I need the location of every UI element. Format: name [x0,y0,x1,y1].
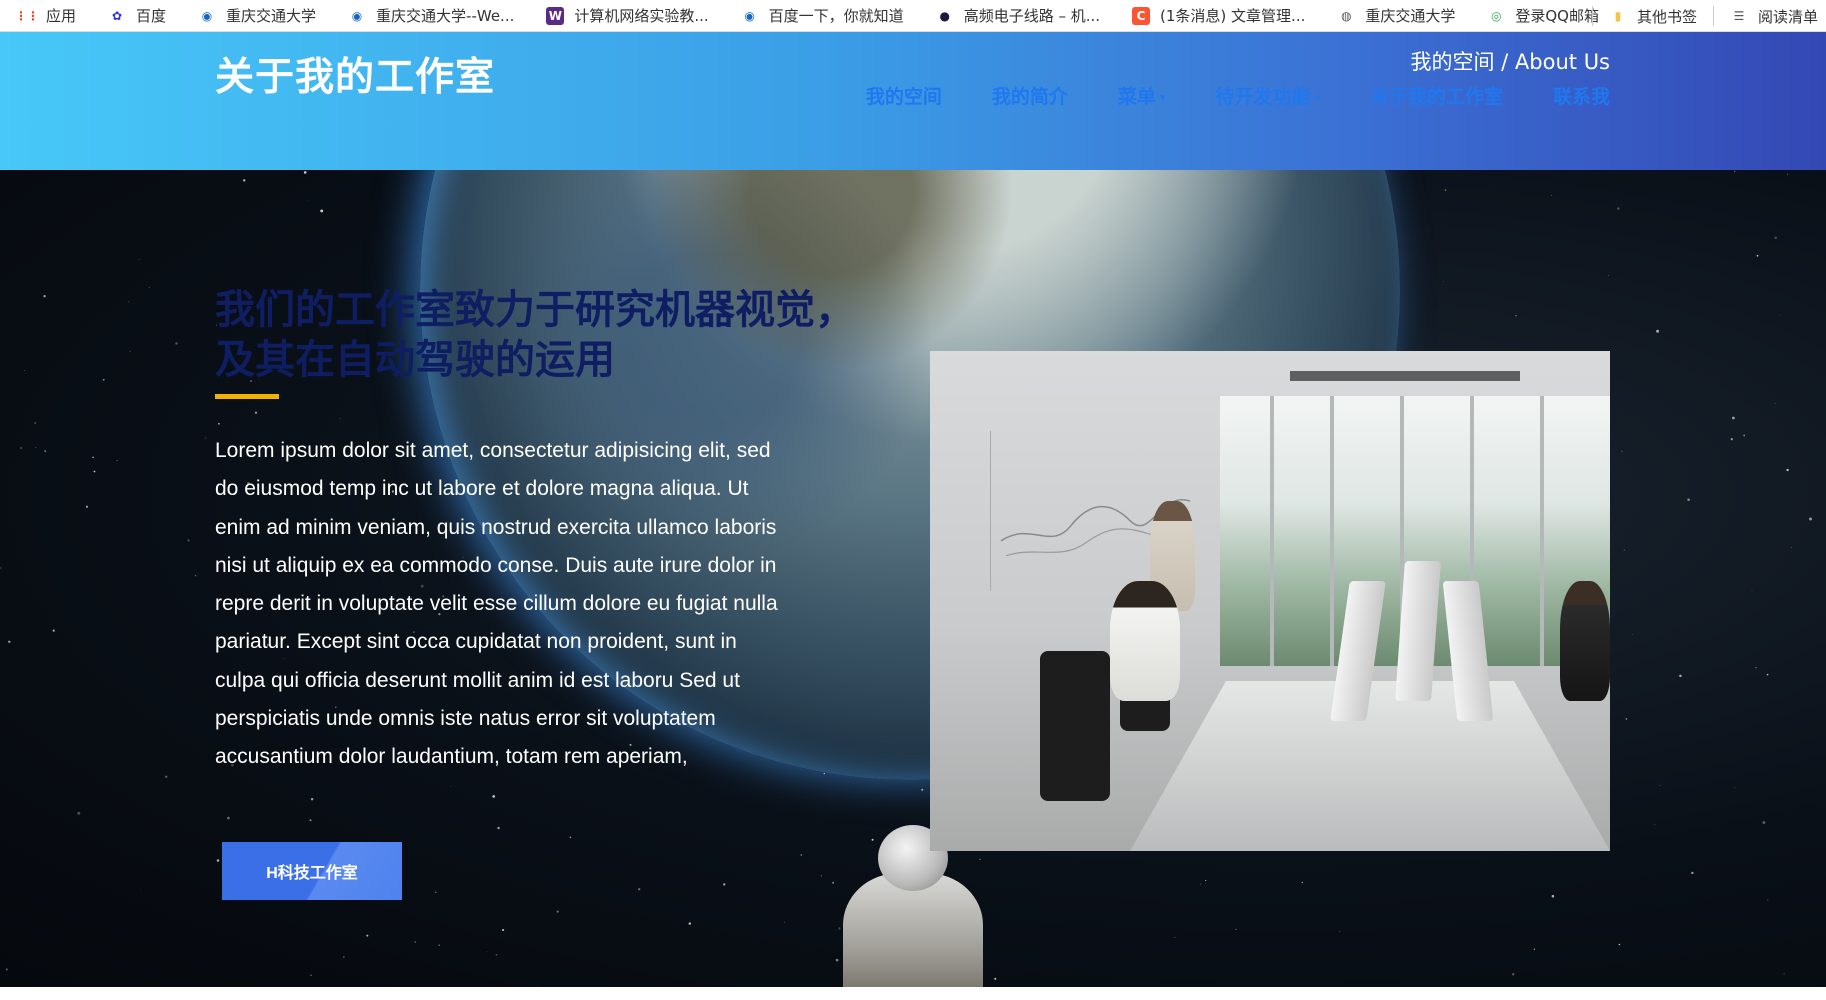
university-globe-icon: ◉ [351,8,363,23]
chevron-down-icon: ▾ [1159,91,1166,104]
bookmark-item[interactable]: ✿ 百度 [90,0,180,31]
bookmark-item[interactable]: ▮ 其他书签 [1601,0,1705,31]
university-globe-icon: ◉ [744,8,755,23]
nav-item-label: 我的空间 [865,86,942,108]
nav-item-label: 我的简介 [991,86,1068,108]
bookmark-item[interactable]: C (1条消息) 文章管理... [1114,0,1319,31]
bookmark-label: (1条消息) 文章管理... [1160,7,1306,25]
nav-item[interactable]: 菜单 ▾ [1118,82,1166,109]
bookmark-item[interactable]: ⋮⋮ 应用 [0,0,90,31]
nav-item[interactable]: 我的简介 [992,82,1068,109]
breadcrumb: 我的空间 / About Us [1410,50,1611,74]
bookmark-label: 重庆交通大学--We... [376,7,515,25]
bookmark-separator [1712,6,1714,26]
nav-item-label: 菜单 [1117,86,1156,108]
nav-item[interactable]: 我的空间 [866,82,942,109]
bookmark-label: 其他书签 [1636,7,1697,26]
bookmark-label: 重庆交通大学 [226,7,317,25]
bookmark-label: 高频电子线路 – 机... [963,7,1101,25]
bookmark-item[interactable]: ◍ 重庆交通大学 [1319,0,1469,31]
baidu-paw-icon: ✿ [111,8,123,23]
reading-list-icon: ☰ [1733,9,1745,23]
bookmark-label: 阅读清单 [1757,7,1818,26]
hero-section: 我们的工作室致力于研究机器视觉，及其在自动驾驶的运用 Lorem ipsum d… [0,170,1826,987]
csdn-c-icon: C [1132,6,1151,25]
bookmark-label: 应用 [46,7,77,25]
chevron-down-icon: ▾ [1314,91,1320,104]
nav-item[interactable]: 联系我 [1553,82,1610,109]
office-photo [930,351,1610,851]
bookmark-label: 重庆交通大学 [1365,7,1456,25]
globe-icon: ◍ [1341,8,1352,23]
folder-icon: ▮ [1614,9,1622,23]
nav-item[interactable]: 关于我的工作室 [1370,82,1503,109]
dark-circle-icon: ● [939,8,950,23]
bookmark-label: 百度一下，你就知道 [768,7,904,25]
bookmark-item[interactable]: ◉ 重庆交通大学 [180,0,330,31]
w-logo-icon: W [546,6,565,25]
site-title: 关于我的工作室 [215,55,496,100]
bookmark-item[interactable]: W 计算机网络实验教... [528,0,722,31]
nav-item-label: 关于我的工作室 [1369,86,1503,108]
bookmark-item[interactable]: ◉ 重庆交通大学--We... [330,0,528,31]
site-header: 关于我的工作室 我的空间 / About Us 我的空间 我的简介 菜单 ▾ 待开发功能… [0,32,1826,170]
nav-item-label: 待开发功能 [1215,86,1311,108]
university-globe-icon: ◉ [201,8,213,23]
headline-accent-bar [215,394,279,399]
bookmarks-right: ▮ 其他书签 ☰ 阅读清单 [1584,0,1826,31]
nav-item[interactable]: 待开发功能 ▾ [1215,82,1320,109]
bookmark-item[interactable]: ☰ 阅读清单 [1722,0,1826,31]
bookmark-item[interactable]: ◉ 百度一下，你就知道 [723,0,918,31]
main-nav: 我的空间 我的简介 菜单 ▾ 待开发功能 ▾ 关于我的工作室 联系我 [816,82,1610,109]
nav-item-label: 联系我 [1552,86,1610,108]
apps-grid-icon: ⋮⋮ [15,8,39,23]
studio-cta-button[interactable]: H科技工作室 [222,842,402,900]
bookmark-separator [1591,6,1593,26]
hero-body-text: Lorem ipsum dolor sit amet, consectetur … [215,439,778,769]
bookmark-item[interactable]: ● 高频电子线路 – 机... [918,0,1114,31]
chrome-like-icon: ◎ [1491,8,1502,23]
bookmark-label: 百度 [136,7,167,25]
bookmarks-bar: ⋮⋮ 应用 ✿ 百度 ◉ 重庆交通大学 ◉ 重庆交通大学--We... W 计算机网络实验教...… [0,0,1826,32]
bookmark-label: 计算机网络实验教... [574,7,709,25]
hero-headline: 我们的工作室致力于研究机器视觉，及其在自动驾驶的运用 [215,287,855,383]
